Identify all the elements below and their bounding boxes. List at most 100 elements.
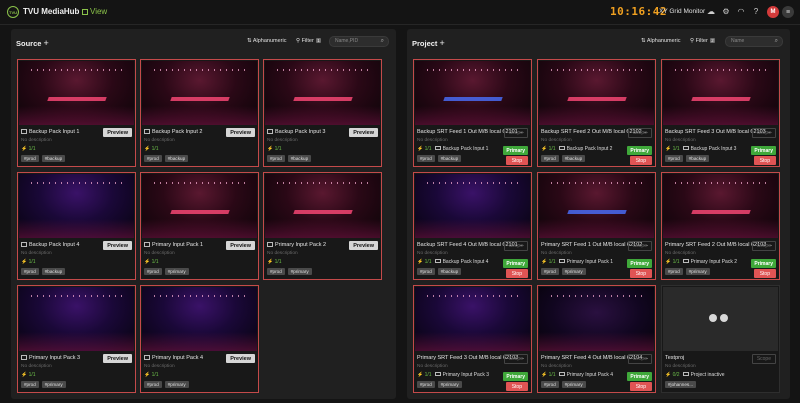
tag[interactable]: #prod [267,268,285,275]
monitor-selector[interactable]: XY Grid Monitor [659,8,705,15]
tag[interactable]: #prod [541,268,559,275]
project-tile[interactable]: Backup SRT Feed 2 Out M/B local 62102 ..… [537,59,656,167]
source-tile[interactable]: Primary Input Pack 1 No description ⚡ 1/1 #… [140,172,259,280]
help-icon[interactable]: ? [751,7,761,17]
video-thumbnail[interactable] [415,287,530,351]
tag[interactable]: #primary [561,268,586,275]
scope-button[interactable]: Scope [751,241,776,251]
tag[interactable]: #backup [41,268,66,275]
video-thumbnail[interactable] [663,287,778,351]
preview-button[interactable]: Preview [226,354,255,363]
source-tile[interactable]: Backup Pack Input 4 No description ⚡ 1/1 #p… [17,172,136,280]
preview-button[interactable]: Preview [349,241,378,250]
tag[interactable]: #prod [417,155,435,162]
project-tile[interactable]: Testproj No description Scope ⚡ 0/2 Project … [661,285,780,393]
source-sort-button[interactable]: ⇅ Alphanumeric [247,38,286,44]
menu-icon[interactable]: ≡ [782,6,794,18]
tag[interactable]: #prod [21,381,39,388]
video-thumbnail[interactable] [19,287,134,351]
gear-icon[interactable]: ⚙ [721,7,731,17]
video-thumbnail[interactable] [142,287,257,351]
tag[interactable]: #prod [267,155,285,162]
project-tile[interactable]: Primary SRT Feed 1 Out M/B local 62102 .… [537,172,656,280]
tag[interactable]: #prod [541,381,559,388]
preview-button[interactable]: Preview [103,241,132,250]
tag[interactable]: #prod [21,268,39,275]
primary-badge[interactable]: Primary [503,146,528,155]
project-tile[interactable]: Primary SRT Feed 3 Out M/B local 62103 .… [413,285,532,393]
tag[interactable]: #primary [164,381,189,388]
project-filter-button[interactable]: ⚲ Filter 2 [690,38,716,44]
tag[interactable]: #backup [287,155,312,162]
project-tile[interactable]: Backup SRT Feed 4 Out M/B local 62101 ..… [413,172,532,280]
tag[interactable]: #backup [164,155,189,162]
source-tile[interactable]: Primary Input Pack 3 No description ⚡ 1/1 #… [17,285,136,393]
video-thumbnail[interactable] [142,174,257,238]
video-thumbnail[interactable] [142,61,257,125]
tag[interactable]: #primary [437,381,462,388]
scope-button[interactable]: Scope [627,128,652,138]
source-search-input[interactable]: Name,PID ⌕ [329,36,389,47]
stop-button[interactable]: Stop [629,382,652,391]
tag[interactable]: #prod [144,268,162,275]
add-source-button[interactable]: + [43,38,48,48]
video-thumbnail[interactable] [265,174,380,238]
tag[interactable]: #prod [541,155,559,162]
stop-button[interactable]: Stop [505,382,528,391]
preview-button[interactable]: Preview [226,241,255,250]
preview-button[interactable]: Preview [103,128,132,137]
tag[interactable]: #prod [665,268,683,275]
tag[interactable]: #prod [417,381,435,388]
primary-badge[interactable]: Primary [751,259,776,268]
stop-button[interactable]: Stop [505,269,528,278]
project-tile[interactable]: Backup SRT Feed 3 Out M/B local 62103 ..… [661,59,780,167]
video-thumbnail[interactable] [663,174,778,238]
tag[interactable]: #prod [144,381,162,388]
scope-button[interactable]: Scope [503,128,528,138]
tag[interactable]: #prod [144,155,162,162]
video-thumbnail[interactable] [19,61,134,125]
stop-button[interactable]: Stop [629,156,652,165]
video-thumbnail[interactable] [539,287,654,351]
tag[interactable]: #backup [437,155,462,162]
scope-button[interactable]: Scope [503,241,528,251]
stop-button[interactable]: Stop [629,269,652,278]
user-avatar[interactable]: M [767,6,779,18]
stop-button[interactable]: Stop [753,156,776,165]
tag[interactable]: #primary [561,381,586,388]
source-tile[interactable]: Backup Pack Input 3 No description ⚡ 1/1 #p… [263,59,382,167]
project-tile[interactable]: Primary SRT Feed 2 Out M/B local 62103 .… [661,172,780,280]
video-thumbnail[interactable] [415,174,530,238]
primary-badge[interactable]: Primary [627,146,652,155]
source-tile[interactable]: Primary Input Pack 4 No description ⚡ 1/1 #… [140,285,259,393]
preview-button[interactable]: Preview [103,354,132,363]
tag[interactable]: #primary [287,268,312,275]
stop-button[interactable]: Stop [753,269,776,278]
scope-button[interactable]: Scope [627,241,652,251]
tag[interactable]: #primary [685,268,710,275]
cloud-icon[interactable]: ☁ [706,7,716,17]
primary-badge[interactable]: Primary [751,146,776,155]
primary-badge[interactable]: Primary [503,372,528,381]
tag[interactable]: #johannes... [665,381,697,388]
signal-icon[interactable]: ◠ [736,7,746,17]
video-thumbnail[interactable] [539,174,654,238]
video-thumbnail[interactable] [19,174,134,238]
project-tile[interactable]: Backup SRT Feed 1 Out M/B local 62101 ..… [413,59,532,167]
project-sort-button[interactable]: ⇅ Alphanumeric [641,38,680,44]
primary-badge[interactable]: Primary [627,372,652,381]
source-tile[interactable]: Backup Pack Input 2 No description ⚡ 1/1 #p… [140,59,259,167]
tag[interactable]: #backup [561,155,586,162]
stop-button[interactable]: Stop [505,156,528,165]
tag[interactable]: #backup [41,155,66,162]
video-thumbnail[interactable] [663,61,778,125]
source-tile[interactable]: Backup Pack Input 1 No description ⚡ 1/1 #p… [17,59,136,167]
scope-button[interactable]: Scope [503,354,528,364]
scope-button[interactable]: Scope [751,354,776,364]
add-project-button[interactable]: + [439,38,444,48]
primary-badge[interactable]: Primary [627,259,652,268]
video-thumbnail[interactable] [539,61,654,125]
tag[interactable]: #primary [164,268,189,275]
tag[interactable]: #backup [437,268,462,275]
tag[interactable]: #prod [665,155,683,162]
